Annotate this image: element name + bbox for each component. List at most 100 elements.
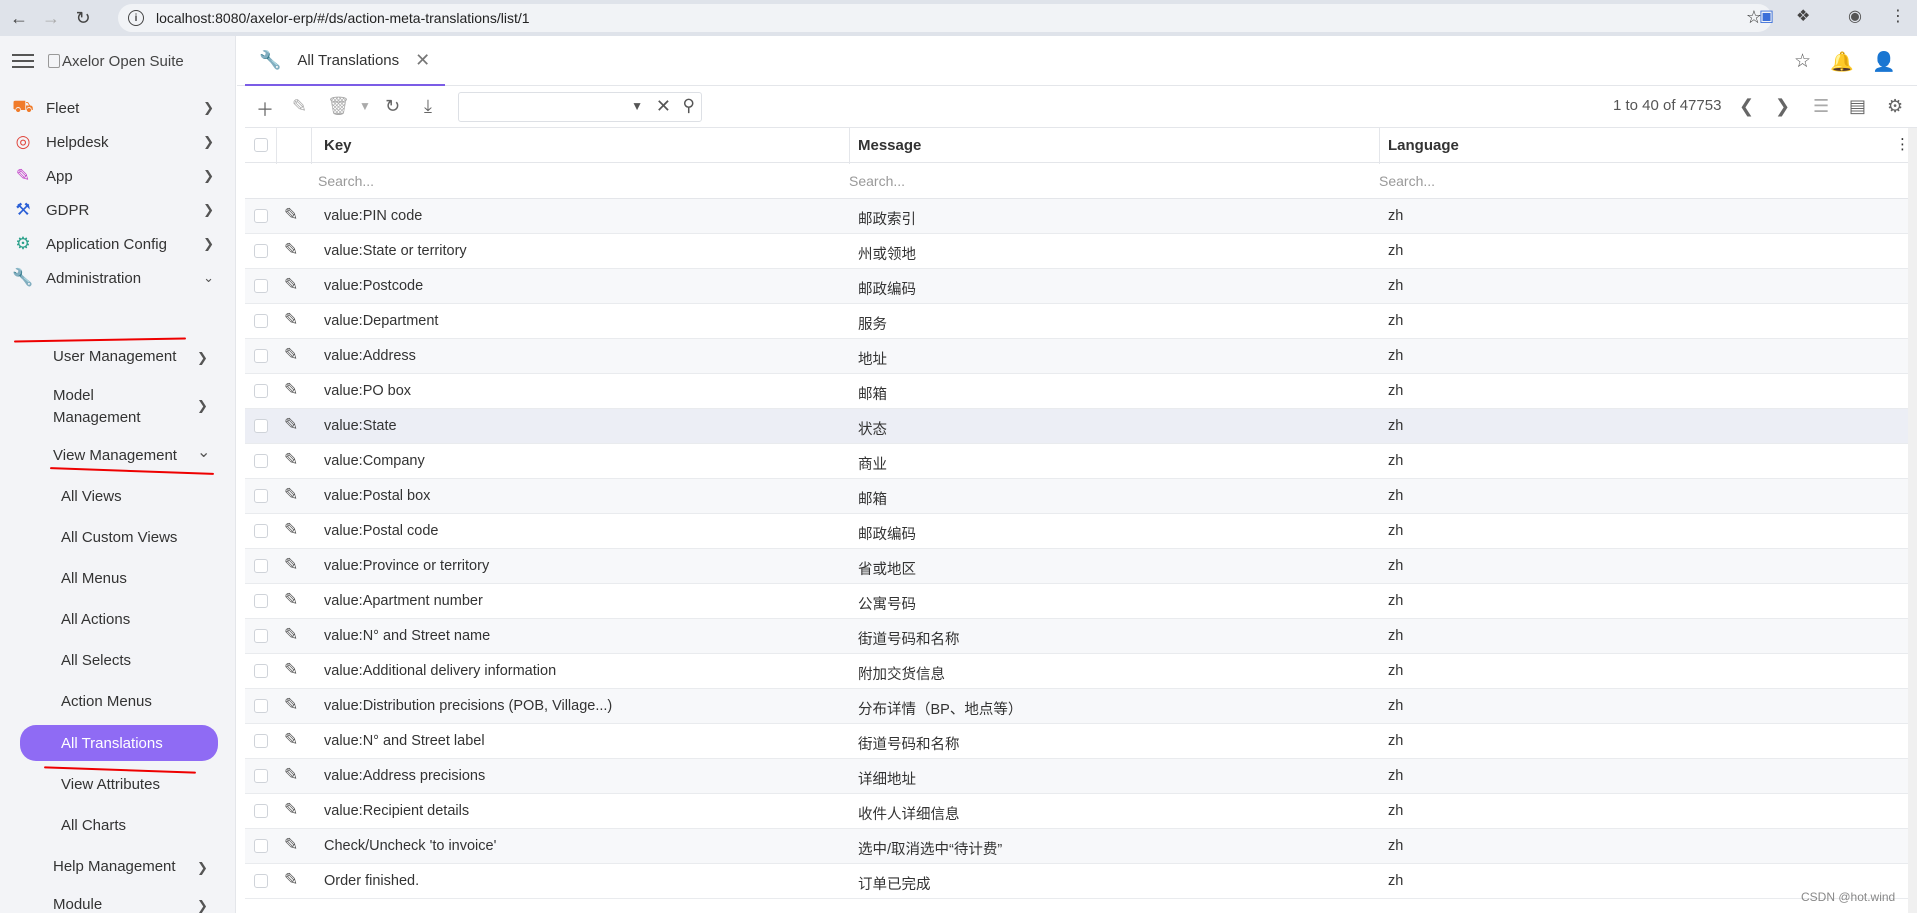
edit-pencil-icon[interactable]: ✎ bbox=[284, 555, 298, 575]
edit-pencil-icon[interactable]: ✎ bbox=[284, 590, 298, 610]
search-icon[interactable]: ⚲ bbox=[683, 96, 695, 116]
reload-icon[interactable]: ↻ bbox=[70, 5, 96, 31]
table-row[interactable]: ✎ value:Company 商业 zh bbox=[245, 444, 1917, 479]
edit-pencil-icon[interactable]: ✎ bbox=[284, 310, 298, 330]
sidebar-item-view-attributes[interactable]: View Attributes bbox=[61, 776, 160, 793]
table-row[interactable]: ✎ value:Address 地址 zh bbox=[245, 339, 1917, 374]
language-filter-input[interactable] bbox=[1379, 170, 1879, 192]
sidebar-item-all-selects[interactable]: All Selects bbox=[61, 652, 131, 669]
sidebar-item-administration[interactable]: 🔧 Administration ⌄ bbox=[0, 261, 235, 295]
row-checkbox[interactable] bbox=[254, 314, 268, 328]
row-checkbox[interactable] bbox=[254, 384, 268, 398]
download-icon[interactable]: ⤓ bbox=[424, 96, 432, 117]
clear-icon[interactable]: ✕ bbox=[656, 96, 671, 117]
browser-menu-icon[interactable]: ⋮ bbox=[1890, 6, 1906, 26]
form-view-icon[interactable]: ▤ bbox=[1849, 96, 1866, 117]
row-checkbox[interactable] bbox=[254, 279, 268, 293]
table-row[interactable]: ✎ value:PO box 邮箱 zh bbox=[245, 374, 1917, 409]
edit-pencil-icon[interactable]: ✎ bbox=[284, 625, 298, 645]
table-row[interactable]: ✎ value:Postcode 邮政编码 zh bbox=[245, 269, 1917, 304]
row-checkbox[interactable] bbox=[254, 489, 268, 503]
row-checkbox[interactable] bbox=[254, 874, 268, 888]
column-header-message[interactable]: Message bbox=[858, 137, 921, 154]
caret-down-icon[interactable]: ▼ bbox=[631, 99, 643, 113]
edit-pencil-icon[interactable]: ✎ bbox=[284, 765, 298, 785]
table-row[interactable]: ✎ value:Apartment number 公寓号码 zh bbox=[245, 584, 1917, 619]
menu-toggle-icon[interactable] bbox=[12, 54, 34, 68]
edit-pencil-icon[interactable]: ✎ bbox=[284, 660, 298, 680]
table-row[interactable]: ✎ value:Recipient details 收件人详细信息 zh bbox=[245, 794, 1917, 829]
row-checkbox[interactable] bbox=[254, 594, 268, 608]
user-avatar-icon[interactable]: 👤 bbox=[1872, 50, 1896, 74]
refresh-icon[interactable]: ↻ bbox=[385, 96, 400, 117]
edit-pencil-icon[interactable]: ✎ bbox=[284, 870, 298, 890]
row-checkbox[interactable] bbox=[254, 804, 268, 818]
table-row[interactable]: ✎ value:State 状态 zh bbox=[245, 409, 1917, 444]
sidebar-item-model-management-line2[interactable]: Management bbox=[53, 409, 141, 426]
column-header-language[interactable]: Language bbox=[1388, 137, 1459, 154]
table-row[interactable]: ✎ value:Distribution precisions (POB, Vil… bbox=[245, 689, 1917, 724]
edit-pencil-icon[interactable]: ✎ bbox=[284, 240, 298, 260]
vertical-scrollbar[interactable] bbox=[1908, 128, 1917, 913]
sidebar-item-all-views[interactable]: All Views bbox=[61, 488, 122, 505]
sidebar-item-view-management[interactable]: View Management bbox=[53, 447, 177, 464]
sidebar-item-all-actions[interactable]: All Actions bbox=[61, 611, 130, 628]
edit-pencil-icon[interactable]: ✎ bbox=[284, 520, 298, 540]
table-row[interactable]: ✎ value:N° and Street label 街道号码和名称 zh bbox=[245, 724, 1917, 759]
previous-page-icon[interactable]: ❮ bbox=[1739, 96, 1754, 117]
edit-pencil-icon[interactable]: ✎ bbox=[284, 835, 298, 855]
edit-pencil-icon[interactable]: ✎ bbox=[284, 380, 298, 400]
edit-icon[interactable]: ✎ bbox=[292, 96, 307, 117]
select-all-checkbox[interactable] bbox=[254, 138, 268, 152]
row-checkbox[interactable] bbox=[254, 454, 268, 468]
row-checkbox[interactable] bbox=[254, 419, 268, 433]
row-checkbox[interactable] bbox=[254, 524, 268, 538]
sidebar-item-module[interactable]: Module bbox=[53, 896, 102, 913]
key-filter-input[interactable] bbox=[318, 170, 838, 192]
edit-pencil-icon[interactable]: ✎ bbox=[284, 205, 298, 225]
favorite-star-icon[interactable]: ☆ bbox=[1794, 50, 1811, 73]
extensions-icon[interactable]: ❖ bbox=[1796, 6, 1810, 26]
row-checkbox[interactable] bbox=[254, 209, 268, 223]
row-checkbox[interactable] bbox=[254, 664, 268, 678]
row-checkbox[interactable] bbox=[254, 349, 268, 363]
sidebar-item-all-menus[interactable]: All Menus bbox=[61, 570, 127, 587]
filter-search-box[interactable]: ▼ ✕ ⚲ bbox=[458, 92, 702, 122]
profile-avatar-icon[interactable]: ◉ bbox=[1848, 6, 1862, 26]
sidebar-item-model-management[interactable]: Model bbox=[53, 387, 94, 404]
table-row[interactable]: ✎ value:State or territory 州或领地 zh bbox=[245, 234, 1917, 269]
table-row[interactable]: ✎ value:Additional delivery information 附加… bbox=[245, 654, 1917, 689]
table-row[interactable]: ✎ value:PIN code 邮政索引 zh bbox=[245, 199, 1917, 234]
table-row[interactable]: ✎ value:Postal box 邮箱 zh bbox=[245, 479, 1917, 514]
edit-pencil-icon[interactable]: ✎ bbox=[284, 485, 298, 505]
edit-pencil-icon[interactable]: ✎ bbox=[284, 800, 298, 820]
sidebar-item-all-translations[interactable]: All Translations bbox=[61, 735, 163, 752]
delete-icon[interactable]: 🗑 bbox=[327, 96, 350, 117]
delete-dropdown-icon[interactable]: ▼ bbox=[359, 99, 371, 113]
row-checkbox[interactable] bbox=[254, 734, 268, 748]
sidebar-item-all-custom-views[interactable]: All Custom Views bbox=[61, 529, 177, 546]
sidebar-item-application-config[interactable]: ⚙ Application Config ❯ bbox=[0, 227, 235, 261]
table-row[interactable]: ✎ value:Address precisions 详细地址 zh bbox=[245, 759, 1917, 794]
edit-pencil-icon[interactable]: ✎ bbox=[284, 695, 298, 715]
notifications-bell-icon[interactable]: 🔔 bbox=[1830, 50, 1854, 74]
edit-pencil-icon[interactable]: ✎ bbox=[284, 275, 298, 295]
close-icon[interactable]: ✕ bbox=[415, 50, 430, 71]
column-header-key[interactable]: Key bbox=[324, 137, 352, 154]
edit-pencil-icon[interactable]: ✎ bbox=[284, 450, 298, 470]
site-info-icon[interactable]: i bbox=[128, 10, 144, 26]
sidebar-item-all-charts[interactable]: All Charts bbox=[61, 817, 126, 834]
row-checkbox[interactable] bbox=[254, 839, 268, 853]
sidebar-item-help-management[interactable]: Help Management bbox=[53, 858, 176, 875]
back-icon[interactable]: ← bbox=[6, 5, 32, 31]
address-bar[interactable]: i localhost:8080/axelor-erp/#/ds/action-… bbox=[118, 4, 1772, 32]
table-row[interactable]: ✎ value:Province or territory 省或地区 zh bbox=[245, 549, 1917, 584]
table-row[interactable]: ✎ Order finished. 订单已完成 zh bbox=[245, 864, 1917, 899]
table-row[interactable]: ✎ value:Department 服务 zh bbox=[245, 304, 1917, 339]
list-view-icon[interactable]: ☰ bbox=[1813, 96, 1829, 117]
row-checkbox[interactable] bbox=[254, 769, 268, 783]
table-row[interactable]: ✎ value:N° and Street name 街道号码和名称 zh bbox=[245, 619, 1917, 654]
row-checkbox[interactable] bbox=[254, 559, 268, 573]
tab-all-translations[interactable]: 🔧 All Translations ✕ bbox=[245, 36, 445, 86]
sidebar-item-gdpr[interactable]: ⚒ GDPR ❯ bbox=[0, 193, 235, 227]
